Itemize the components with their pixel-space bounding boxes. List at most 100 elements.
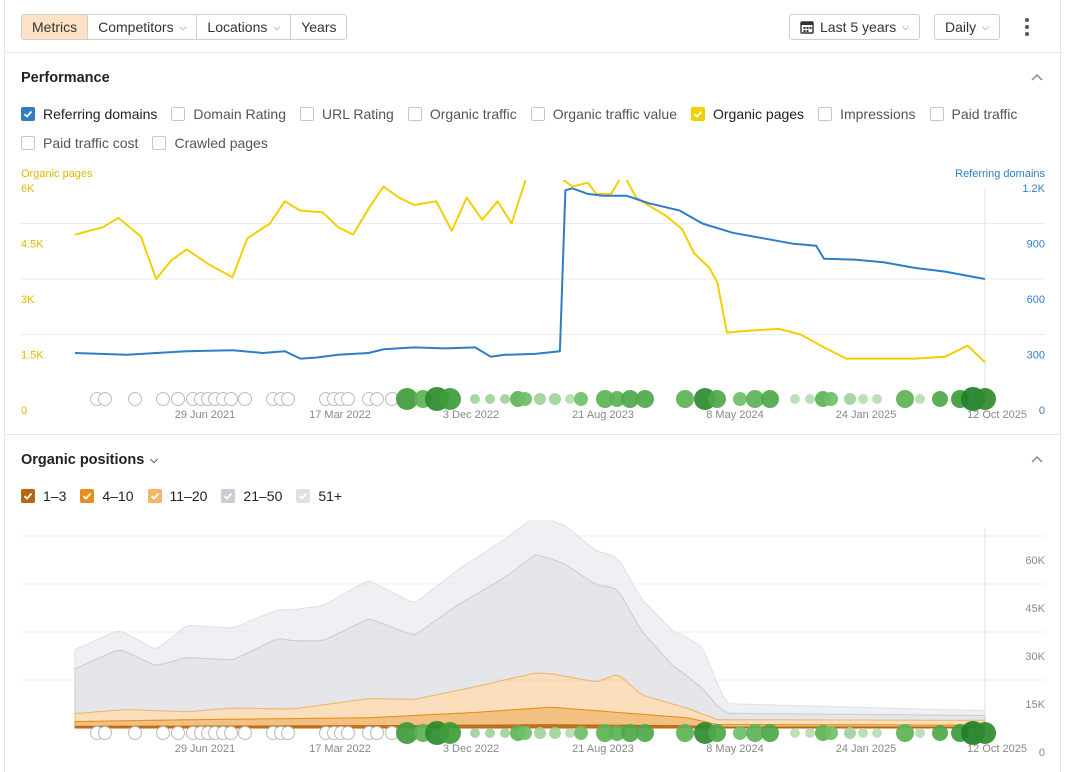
annotation-marker[interactable]	[872, 728, 882, 738]
metric-checkbox-organic-traffic[interactable]: Organic traffic	[407, 106, 517, 122]
annotation-marker[interactable]	[574, 392, 588, 406]
chevron-up-icon[interactable]	[1029, 452, 1045, 468]
legend-item-21-50[interactable]: 21–50	[221, 488, 282, 504]
annotation-marker[interactable]	[824, 392, 838, 406]
annotation-marker[interactable]	[128, 726, 142, 740]
checkbox-icon[interactable]	[296, 489, 311, 503]
annotation-marker[interactable]	[534, 393, 546, 405]
annotation-marker[interactable]	[98, 726, 112, 740]
annotation-marker[interactable]	[565, 394, 575, 404]
annotation-marker[interactable]	[708, 390, 726, 408]
legend-item-1-3[interactable]: 1–3	[21, 488, 66, 504]
annotation-marker[interactable]	[805, 394, 815, 404]
annotation-marker[interactable]	[708, 724, 726, 742]
checkbox-icon[interactable]	[147, 489, 162, 503]
annotation-marker[interactable]	[636, 390, 654, 408]
checkbox-icon[interactable]	[929, 107, 944, 121]
annotation-marker[interactable]	[790, 394, 800, 404]
more-options-icon[interactable]	[1017, 14, 1037, 40]
checkbox-icon[interactable]	[691, 107, 705, 121]
annotation-marker[interactable]	[224, 392, 238, 406]
annotation-marker[interactable]	[761, 724, 779, 742]
annotation-marker[interactable]	[485, 394, 495, 404]
checkbox-icon[interactable]	[300, 107, 314, 121]
legend-item-51[interactable]: 51+	[296, 488, 342, 504]
interval-button[interactable]: Daily ⌵	[934, 14, 1000, 40]
annotation-marker[interactable]	[896, 390, 914, 408]
annotation-marker[interactable]	[439, 388, 461, 410]
annotation-marker[interactable]	[733, 726, 747, 740]
metric-checkbox-referring-domains[interactable]: Referring domains	[21, 106, 157, 122]
annotation-marker[interactable]	[98, 392, 112, 406]
annotation-marker[interactable]	[676, 390, 694, 408]
annotation-marker[interactable]	[156, 726, 170, 740]
annotation-marker[interactable]	[171, 392, 185, 406]
annotation-marker[interactable]	[636, 724, 654, 742]
metric-checkbox-organic-traffic-value[interactable]: Organic traffic value	[530, 106, 677, 122]
checkbox-icon[interactable]	[530, 107, 545, 121]
checkbox-icon[interactable]	[152, 136, 167, 150]
annotation-marker[interactable]	[485, 728, 495, 738]
annotation-marker[interactable]	[676, 724, 694, 742]
checkbox-icon[interactable]	[21, 107, 35, 121]
annotation-marker[interactable]	[790, 728, 800, 738]
positions-title[interactable]: Organic positions ⌵	[21, 452, 158, 468]
annotation-marker[interactable]	[974, 722, 996, 744]
date-range-button[interactable]: Last 5 years ⌵	[789, 14, 921, 40]
annotation-marker[interactable]	[858, 394, 868, 404]
metric-checkbox-crawled-pages[interactable]: Crawled pages	[152, 135, 268, 151]
annotation-marker[interactable]	[733, 392, 747, 406]
annotation-marker[interactable]	[281, 392, 295, 406]
checkbox-icon[interactable]	[818, 107, 833, 121]
metric-checkbox-paid-traffic[interactable]: Paid traffic	[929, 106, 1017, 122]
metric-checkbox-organic-pages[interactable]: Organic pages	[691, 106, 804, 122]
checkbox-icon[interactable]	[407, 107, 422, 121]
checkbox-icon[interactable]	[221, 489, 236, 503]
annotation-marker[interactable]	[896, 724, 914, 742]
annotation-marker[interactable]	[341, 726, 355, 740]
annotation-marker[interactable]	[370, 726, 384, 740]
metric-checkbox-url-rating[interactable]: URL Rating	[300, 106, 394, 122]
annotation-marker[interactable]	[470, 394, 480, 404]
annotation-marker[interactable]	[915, 728, 925, 738]
annotation-marker[interactable]	[238, 726, 252, 740]
annotation-marker[interactable]	[128, 392, 142, 406]
legend-item-4-10[interactable]: 4–10	[80, 488, 134, 504]
annotation-marker[interactable]	[932, 391, 948, 407]
annotation-marker[interactable]	[844, 393, 856, 405]
annotation-marker[interactable]	[224, 726, 238, 740]
annotation-marker[interactable]	[341, 392, 355, 406]
annotation-marker[interactable]	[974, 388, 996, 410]
annotation-marker[interactable]	[574, 726, 588, 740]
legend-item-11-20[interactable]: 11–20	[147, 488, 207, 504]
tab-locations[interactable]: Locations ⌵	[197, 15, 292, 39]
checkbox-icon[interactable]	[21, 489, 35, 503]
annotation-marker[interactable]	[518, 392, 532, 406]
tab-metrics[interactable]: Metrics	[22, 15, 89, 39]
annotation-marker[interactable]	[534, 727, 546, 739]
annotation-marker[interactable]	[171, 726, 185, 740]
annotation-marker[interactable]	[932, 725, 948, 741]
annotation-marker[interactable]	[500, 728, 510, 738]
annotation-marker[interactable]	[156, 392, 170, 406]
metric-checkbox-domain-rating[interactable]: Domain Rating	[171, 106, 286, 122]
tab-competitors[interactable]: Competitors ⌵	[88, 15, 198, 39]
annotation-marker[interactable]	[281, 726, 295, 740]
checkbox-icon[interactable]	[171, 107, 186, 121]
annotation-marker[interactable]	[470, 728, 480, 738]
metric-checkbox-paid-traffic-cost[interactable]: Paid traffic cost	[21, 135, 138, 151]
annotation-marker[interactable]	[872, 394, 882, 404]
annotation-marker[interactable]	[844, 727, 856, 739]
checkbox-icon[interactable]	[80, 489, 95, 503]
annotation-marker[interactable]	[370, 392, 384, 406]
annotation-marker[interactable]	[805, 728, 815, 738]
annotation-marker[interactable]	[858, 728, 868, 738]
annotation-marker[interactable]	[549, 727, 561, 739]
annotation-marker[interactable]	[238, 392, 252, 406]
annotation-marker[interactable]	[915, 394, 925, 404]
annotation-marker[interactable]	[761, 390, 779, 408]
chevron-up-icon[interactable]	[1029, 70, 1045, 86]
annotation-marker[interactable]	[549, 393, 561, 405]
checkbox-icon[interactable]	[21, 136, 35, 150]
tab-years[interactable]: Years	[291, 15, 347, 39]
